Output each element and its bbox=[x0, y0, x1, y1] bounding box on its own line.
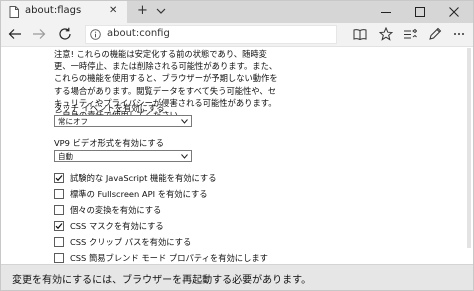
checkbox[interactable] bbox=[54, 173, 64, 183]
close-tab-icon[interactable]: ✕ bbox=[109, 5, 117, 17]
checkbox[interactable] bbox=[54, 205, 64, 215]
checkbox-row[interactable]: CSS クリップ パスを有効にする bbox=[54, 236, 294, 248]
checkbox-row[interactable]: 試験的な JavaScript 機能を有効にする bbox=[54, 172, 294, 184]
pen-icon[interactable] bbox=[428, 27, 442, 41]
close-window-button[interactable] bbox=[439, 1, 469, 23]
checkbox-label: CSS 簡易ブレンド モード プロパティを有効にします bbox=[70, 253, 268, 263]
checkbox[interactable] bbox=[54, 253, 64, 263]
chevron-down-icon bbox=[181, 154, 188, 159]
new-tab-button[interactable]: + bbox=[137, 4, 148, 18]
touch-events-value: 常にオフ bbox=[58, 117, 88, 126]
maximize-button[interactable] bbox=[405, 1, 435, 23]
checkbox-label: 試験的な JavaScript 機能を有効にする bbox=[70, 173, 217, 183]
browser-window: about:flags ✕ + about:config 注意! これらの機能は… bbox=[0, 0, 474, 291]
info-icon[interactable] bbox=[90, 29, 101, 40]
checkmark-icon bbox=[55, 175, 63, 182]
checkbox-row[interactable]: 個々の変換を有効にする bbox=[54, 204, 294, 216]
touch-events-select[interactable]: 常にオフ bbox=[54, 115, 192, 127]
checkbox-row[interactable]: 標準の Fullscreen API を有効にする bbox=[54, 188, 294, 200]
hub-icon[interactable] bbox=[403, 27, 417, 41]
more-icon[interactable] bbox=[452, 27, 466, 41]
vp9-label: VP9 ビデオ形式を有効にする bbox=[54, 138, 164, 148]
arrow-right-icon[interactable] bbox=[31, 26, 47, 42]
checkbox-label: 標準の Fullscreen API を有効にする bbox=[70, 189, 208, 199]
page-icon bbox=[9, 6, 19, 18]
scrollbar[interactable] bbox=[467, 48, 471, 248]
minimize-button[interactable] bbox=[371, 1, 401, 23]
arrow-left-icon[interactable] bbox=[7, 26, 23, 42]
touch-events-label: タッチ イベントを有効にする bbox=[54, 103, 165, 113]
chevron-down-icon bbox=[181, 119, 188, 124]
navigation-bar: about:config bbox=[1, 23, 473, 47]
refresh-icon[interactable] bbox=[57, 26, 73, 42]
checkbox[interactable] bbox=[54, 189, 64, 199]
address-text[interactable]: about:config bbox=[107, 28, 170, 39]
title-bar: about:flags ✕ + bbox=[1, 1, 473, 23]
star-icon[interactable] bbox=[379, 27, 393, 41]
restart-banner: 変更を有効にするには、ブラウザーを再起動する必要があります。 bbox=[1, 264, 473, 290]
vp9-value: 自動 bbox=[58, 152, 73, 161]
checkbox[interactable] bbox=[54, 221, 64, 231]
checkbox-label: 個々の変換を有効にする bbox=[70, 205, 162, 215]
page-content: 注意! これらの機能は安定化する前の状態であり、随時変 更、一時停止、または削除… bbox=[1, 48, 473, 290]
notice-line: 注意! これらの機能は安定化する前の状態であり、随時変 bbox=[54, 49, 267, 59]
tab-about-flags[interactable]: about:flags ✕ bbox=[1, 1, 127, 23]
minimize-icon bbox=[381, 12, 391, 13]
close-icon bbox=[449, 7, 459, 17]
checkbox-label: CSS クリップ パスを有効にする bbox=[70, 237, 192, 247]
maximize-icon bbox=[415, 7, 425, 17]
notice-line: する場合があります。閲覧データをすべて失う可能性や、セ bbox=[54, 85, 277, 96]
book-icon[interactable] bbox=[353, 27, 367, 41]
checkbox[interactable] bbox=[54, 237, 64, 247]
checkbox-label: CSS マスクを有効にする bbox=[70, 221, 164, 231]
notice-line: 更、一時停止、または削除される可能性があります。また、 bbox=[54, 61, 278, 72]
chevron-down-icon[interactable] bbox=[155, 5, 167, 17]
tab-title: about:flags bbox=[25, 5, 82, 16]
address-bar[interactable]: about:config bbox=[85, 25, 337, 44]
restart-message: 変更を有効にするには、ブラウザーを再起動する必要があります。 bbox=[12, 275, 312, 286]
checkmark-icon bbox=[55, 223, 63, 230]
checkbox-row[interactable]: CSS マスクを有効にする bbox=[54, 220, 294, 232]
vp9-select[interactable]: 自動 bbox=[54, 150, 192, 162]
checkbox-row[interactable]: CSS 簡易ブレンド モード プロパティを有効にします bbox=[54, 252, 294, 264]
notice-line: これらの機能を使用すると、ブラウザーが予期しない動作を bbox=[54, 73, 278, 84]
